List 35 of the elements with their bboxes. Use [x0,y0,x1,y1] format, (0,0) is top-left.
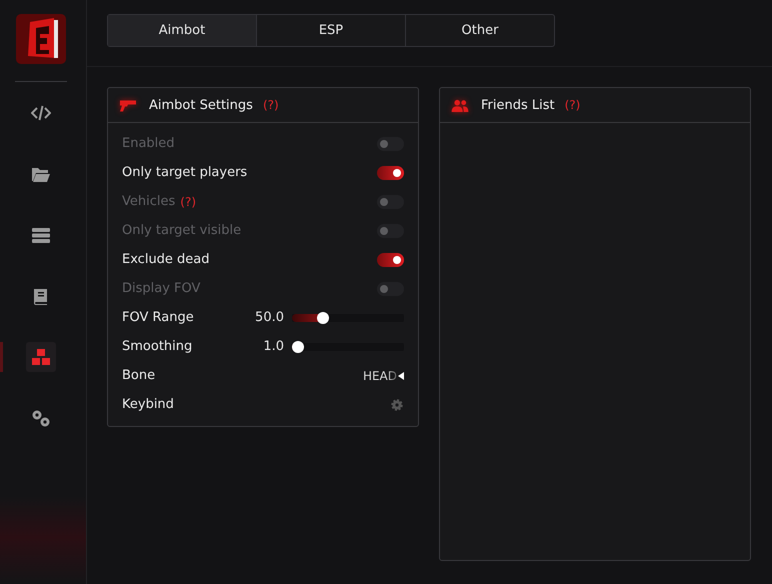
slider-thumb[interactable] [317,312,329,324]
cubes-icon [31,348,51,366]
users-icon [451,98,469,112]
toggle-switch[interactable] [377,166,404,180]
setting-label: Exclude dead [122,252,210,267]
slider[interactable] [292,312,404,324]
help-link[interactable]: (?) [262,98,279,112]
settings-icon[interactable] [391,398,403,410]
tab[interactable]: Other [406,15,554,46]
slider-thumb[interactable] [292,340,304,352]
tab[interactable]: ESP [257,15,406,46]
setting-label: Vehicles [122,194,176,209]
setting-label: FOV Range [122,310,194,325]
nav-item[interactable] [26,342,56,372]
panel-title: Friends List [481,98,555,112]
setting-label: Only target visible [122,223,242,238]
code-icon [31,104,51,122]
gears-icon [31,408,51,428]
setting-label: Only target players [122,165,248,180]
logo-icon [16,14,66,64]
active-indicator [0,342,3,372]
setting-label: Bone [122,368,156,383]
list-icon [31,226,51,244]
slider[interactable] [292,340,404,352]
tab[interactable]: Aimbot [108,15,257,46]
slider-value: 50.0 [255,310,284,325]
slider-value: 1.0 [263,339,284,354]
setting-label: Enabled [122,136,175,151]
setting-label: Smoothing [122,339,192,354]
setting-label: Display FOV [122,281,200,296]
pistol-icon [119,98,137,112]
panel-title: Aimbot Settings [149,98,253,112]
help-link[interactable]: (?) [564,98,580,112]
setting-label: Keybind [122,397,174,412]
toggle-switch[interactable] [377,252,404,266]
